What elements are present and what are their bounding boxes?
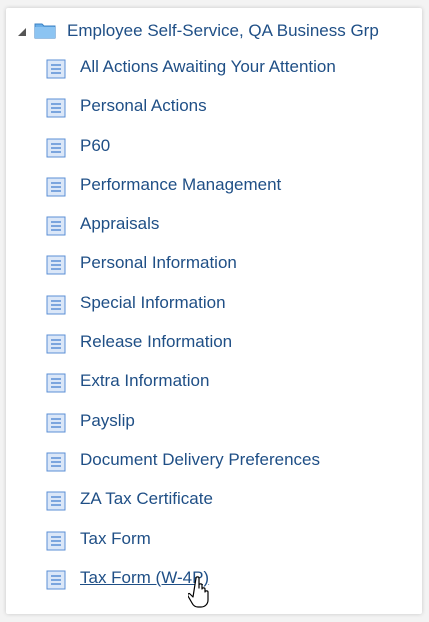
tree-item[interactable]: ZA Tax Certificate: [6, 485, 422, 524]
folder-icon: [34, 23, 56, 39]
tree-item-label[interactable]: Release Information: [80, 332, 232, 352]
navigator-panel: Employee Self-Service, QA Business Grp A…: [6, 8, 422, 614]
tree-item[interactable]: Personal Actions: [6, 92, 422, 131]
document-icon: [46, 255, 66, 275]
tree-item-label[interactable]: Tax Form: [80, 529, 151, 549]
tree-item[interactable]: Appraisals: [6, 210, 422, 249]
tree-item[interactable]: Tax Form: [6, 525, 422, 564]
tree-item[interactable]: Special Information: [6, 289, 422, 328]
document-icon: [46, 491, 66, 511]
document-icon: [46, 98, 66, 118]
tree-item-label[interactable]: P60: [80, 136, 110, 156]
tree-item[interactable]: Release Information: [6, 328, 422, 367]
document-icon: [46, 413, 66, 433]
tree-item-label[interactable]: Payslip: [80, 411, 135, 431]
tree-item-label[interactable]: Personal Actions: [80, 96, 207, 116]
document-icon: [46, 570, 66, 590]
tree-item-list: All Actions Awaiting Your Attention Pers…: [6, 53, 422, 603]
document-icon: [46, 452, 66, 472]
tree-item-label[interactable]: Document Delivery Preferences: [80, 450, 320, 470]
tree-item[interactable]: Extra Information: [6, 367, 422, 406]
hand-pointer-icon: [188, 576, 209, 608]
tree-item-label[interactable]: Performance Management: [80, 175, 281, 195]
document-icon: [46, 373, 66, 393]
tree-item-label[interactable]: Special Information: [80, 293, 226, 313]
tree-item[interactable]: Document Delivery Preferences: [6, 446, 422, 485]
tree-item-label[interactable]: All Actions Awaiting Your Attention: [80, 57, 336, 77]
tree-item[interactable]: Performance Management: [6, 171, 422, 210]
document-icon: [46, 177, 66, 197]
expanded-triangle-icon[interactable]: [18, 28, 26, 36]
tree-item[interactable]: Payslip: [6, 407, 422, 446]
tree-item-label[interactable]: Personal Information: [80, 253, 237, 273]
document-icon: [46, 531, 66, 551]
tree-item[interactable]: All Actions Awaiting Your Attention: [6, 53, 422, 92]
tree-item-hovered[interactable]: Tax Form (W-4P): [6, 564, 422, 603]
document-icon: [46, 216, 66, 236]
document-icon: [46, 59, 66, 79]
tree-item[interactable]: Personal Information: [6, 249, 422, 288]
tree-root-label[interactable]: Employee Self-Service, QA Business Grp: [67, 21, 379, 41]
tree-item-label[interactable]: Extra Information: [80, 371, 209, 391]
document-icon: [46, 295, 66, 315]
tree-item[interactable]: P60: [6, 132, 422, 171]
tree-item-label[interactable]: ZA Tax Certificate: [80, 489, 213, 509]
tree-item-label[interactable]: Appraisals: [80, 214, 159, 234]
document-icon: [46, 334, 66, 354]
document-icon: [46, 138, 66, 158]
tree-root-node[interactable]: Employee Self-Service, QA Business Grp: [6, 17, 422, 45]
